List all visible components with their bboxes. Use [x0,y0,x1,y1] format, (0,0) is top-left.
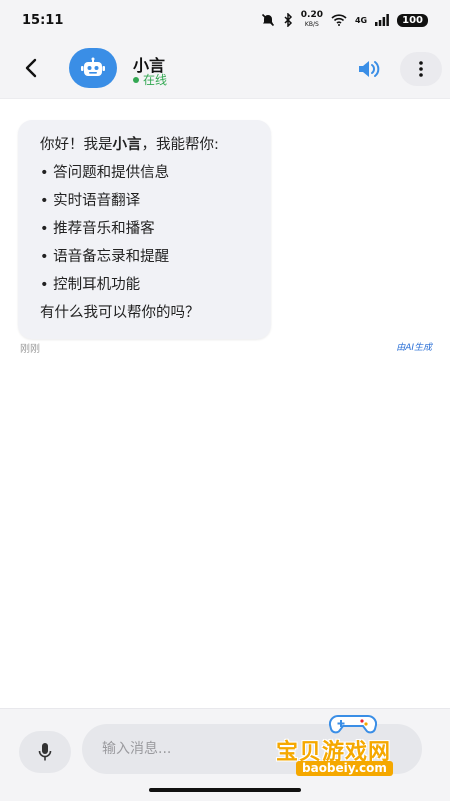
speed-unit: KB/S [304,21,319,28]
speed-value: 0.20 [300,10,323,20]
signal-icon [375,14,390,26]
online-status: 在线 [133,71,167,88]
clock: 15:11 [22,12,64,28]
avatar[interactable] [69,48,117,88]
wifi-icon [331,14,347,26]
more-options-button[interactable] [400,52,442,86]
more-vertical-icon [419,61,423,77]
greeting-line: 你好！我是小言，我能帮你: [40,131,253,159]
capability-item: 推荐音乐和播客 [40,215,253,243]
capability-item: 语音备忘录和提醒 [40,243,253,271]
message-input[interactable] [82,724,422,774]
bluetooth-icon [284,13,292,27]
status-bar: 15:11 0.20 KB/S 4G 100 [0,0,450,40]
ai-generated-label: 由AI生成 [396,343,432,353]
online-dot-icon [133,76,139,83]
greeting-name: 小言 [112,137,142,153]
back-button[interactable] [18,54,44,82]
chat-header: 小言 在线 [0,40,450,99]
online-status-label: 在线 [143,73,168,87]
voice-input-button[interactable] [19,731,71,773]
microphone-icon [38,743,52,761]
capability-item: 答问题和提供信息 [40,159,253,187]
capability-item: 控制耳机功能 [40,271,253,299]
mute-bell-icon [261,13,274,27]
network-type: 4G [354,15,368,25]
home-indicator[interactable] [149,788,301,792]
back-arrow-icon [25,58,37,78]
closing-line: 有什么我可以帮你的吗？ [40,305,200,321]
capability-item: 实时语音翻译 [40,187,253,215]
net-speed: 0.20 KB/S [301,11,323,29]
greeting-prefix: 你好！我是 [40,137,113,153]
robot-icon [81,57,105,76]
greeting-suffix: ，我能帮你: [141,137,219,153]
message-timestamp: 刚刚 [20,344,40,355]
status-icons: 0.20 KB/S 4G 100 [261,11,428,29]
speaker-icon [359,61,380,77]
assistant-message-bubble: 你好！我是小言，我能帮你: 答问题和提供信息 实时语音翻译 推荐音乐和播客 语音… [18,120,271,339]
battery-indicator: 100 [397,13,428,27]
speaker-button[interactable] [354,55,384,83]
